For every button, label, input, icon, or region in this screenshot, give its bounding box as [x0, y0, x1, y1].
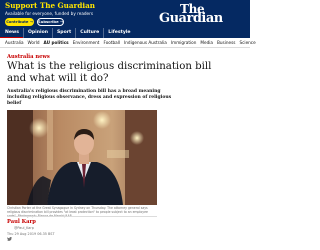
subscribe-button[interactable]: Subscribe → [37, 18, 64, 26]
article-photo [7, 110, 157, 205]
subnav-football[interactable]: Football [99, 38, 120, 47]
subnav-business[interactable]: Business [213, 38, 235, 47]
photo-illustration [7, 110, 157, 205]
subnav-world[interactable]: World [24, 38, 40, 47]
twitter-icon[interactable] [7, 226, 12, 241]
pillar-opinion[interactable]: Opinion [22, 28, 52, 38]
article-standfirst: Australia's religious discrimination bil… [7, 89, 172, 106]
author-name[interactable]: Paul Karp [7, 219, 36, 225]
guardian-logo[interactable]: Guardian [159, 12, 223, 26]
pillar-culture[interactable]: Culture [75, 28, 103, 38]
subnav-media[interactable]: Media [196, 38, 213, 47]
subnav-au-politics[interactable]: AU politics [40, 38, 69, 47]
pillar-sport[interactable]: Sport [52, 28, 75, 38]
pillar-nav: News Opinion Sport Culture Lifestyle [0, 28, 250, 38]
byline-divider [7, 216, 157, 217]
pillar-news[interactable]: News [0, 28, 23, 38]
subnav-indigenous-australia[interactable]: Indigenous Australia [120, 38, 167, 47]
support-subtitle: Available for everyone, funded by reader… [5, 11, 94, 16]
subnav-science[interactable]: Science [235, 38, 255, 47]
publication-date: Thu 29 Aug 2019 06.35 BST [7, 232, 55, 236]
subnav-australia[interactable]: Australia [0, 38, 24, 47]
contribute-button[interactable]: Contribute → [5, 18, 34, 26]
article-headline: What is the religious discrimination bil… [7, 61, 212, 84]
support-banner: Support The Guardian Available for every… [0, 0, 250, 28]
support-title: Support The Guardian [5, 1, 95, 10]
subnav-environment[interactable]: Environment [69, 38, 100, 47]
pillar-lifestyle[interactable]: Lifestyle [103, 28, 134, 38]
section-label[interactable]: Australia news [7, 54, 50, 60]
author-twitter-handle[interactable]: @Paul_Karp [14, 226, 34, 230]
sub-nav: Australia World AU politics Environment … [0, 38, 256, 48]
subnav-immigration[interactable]: Immigration [167, 38, 197, 47]
